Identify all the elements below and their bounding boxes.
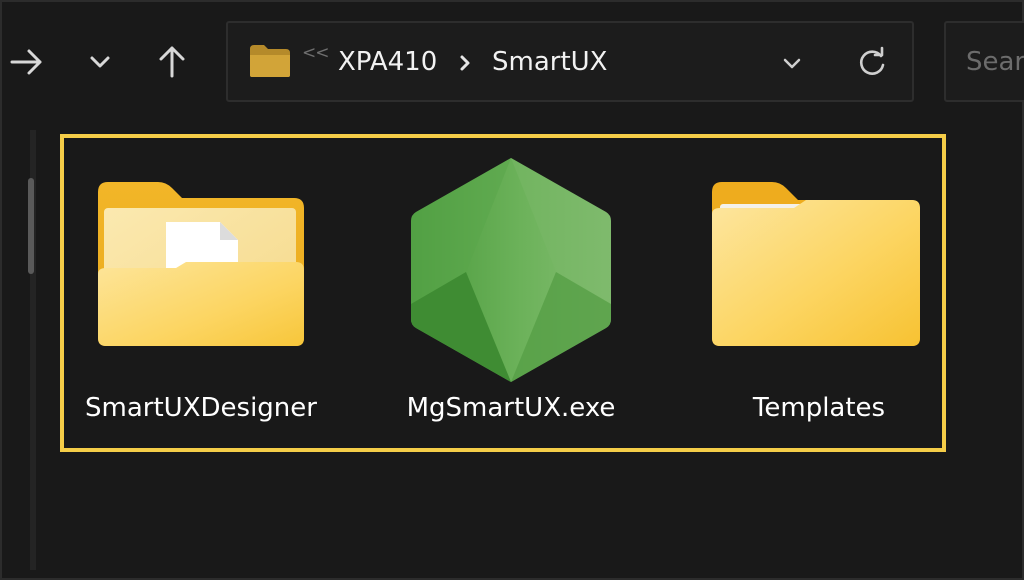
file-item-smartuxdesigner[interactable]: SmartUXDesigner bbox=[76, 138, 326, 448]
up-arrow-icon bbox=[159, 46, 185, 78]
file-name: SmartUXDesigner bbox=[85, 393, 317, 423]
file-list-highlight: SmartUXDesigner MgSmartUX.exe Templates bbox=[60, 134, 946, 452]
scrollbar-thumb[interactable] bbox=[28, 178, 34, 274]
folder-icon bbox=[712, 182, 920, 346]
breadcrumb-smartux[interactable]: SmartUX bbox=[492, 45, 608, 79]
search-input[interactable] bbox=[966, 45, 1024, 79]
address-bar[interactable]: << XPA410 SmartUX bbox=[226, 21, 914, 102]
navigation-pane-scrollbar[interactable] bbox=[28, 130, 36, 570]
file-item-templates[interactable]: Templates bbox=[694, 138, 944, 448]
address-dropdown-icon[interactable] bbox=[776, 49, 808, 77]
file-name: Templates bbox=[752, 393, 886, 423]
breadcrumb-overflow[interactable]: << bbox=[302, 43, 329, 63]
recent-locations-button[interactable] bbox=[78, 40, 122, 84]
refresh-icon[interactable] bbox=[852, 43, 892, 83]
forward-button[interactable] bbox=[4, 40, 48, 84]
up-button[interactable] bbox=[150, 40, 194, 84]
search-box[interactable] bbox=[944, 21, 1024, 102]
chevron-right-icon[interactable] bbox=[454, 51, 476, 75]
chevron-down-icon bbox=[90, 56, 110, 68]
breadcrumb-xpa410[interactable]: XPA410 bbox=[338, 45, 437, 79]
file-item-mgsmartux-exe[interactable]: MgSmartUX.exe bbox=[386, 138, 636, 448]
folder-icon bbox=[250, 45, 290, 77]
folder-with-document-icon bbox=[98, 182, 304, 346]
file-name: MgSmartUX.exe bbox=[406, 393, 616, 423]
forward-arrow-icon bbox=[10, 49, 42, 75]
nodejs-hexagon-icon bbox=[411, 158, 611, 382]
